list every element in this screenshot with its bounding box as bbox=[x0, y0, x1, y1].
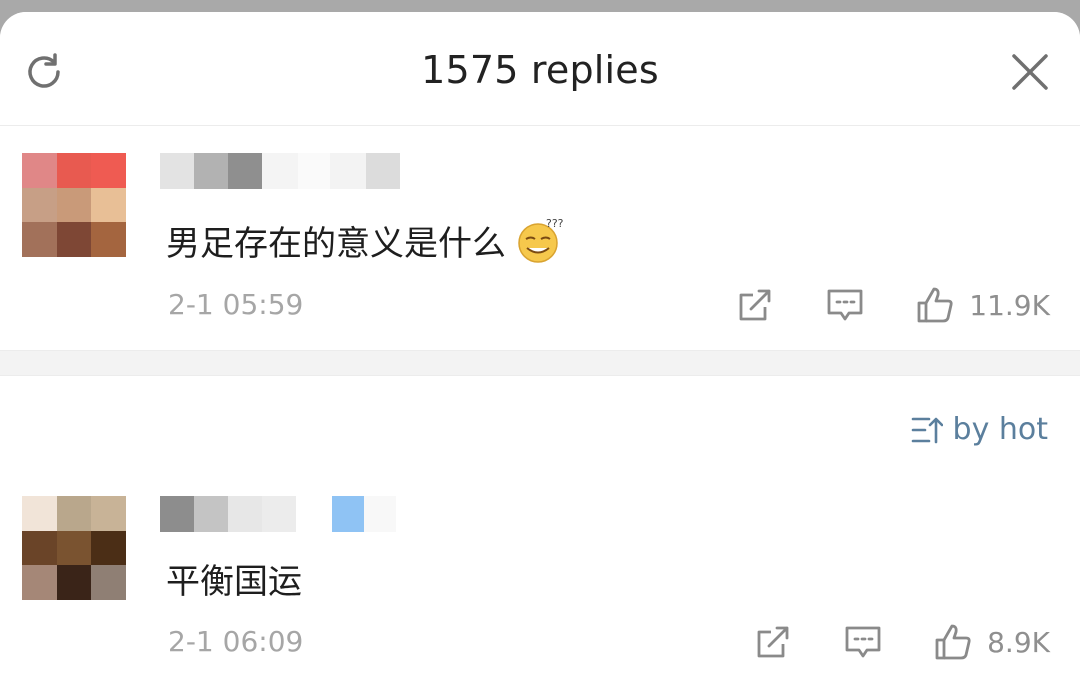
comment-actions: 11.9K bbox=[735, 285, 1050, 325]
comment-timestamp: 2-1 06:09 bbox=[168, 625, 304, 658]
section-divider bbox=[0, 350, 1080, 376]
like-button[interactable]: 11.9K bbox=[915, 285, 1050, 325]
comment-text: 男足存在的意义是什么 ??? bbox=[166, 215, 566, 265]
sort-toggle[interactable]: by hot bbox=[911, 412, 1048, 447]
sort-icon bbox=[911, 417, 943, 443]
close-icon bbox=[1012, 54, 1048, 90]
sort-label: by hot bbox=[952, 412, 1048, 447]
sheet-header: 1575 replies bbox=[0, 12, 1080, 126]
comment-body: 平衡国运 bbox=[166, 562, 302, 602]
thumbs-up-icon bbox=[917, 287, 953, 323]
comment-text: 平衡国运 bbox=[166, 554, 302, 603]
thinking-smile-emoji: ??? bbox=[518, 217, 564, 263]
avatar[interactable] bbox=[22, 153, 126, 257]
like-button[interactable]: 8.9K bbox=[933, 622, 1050, 662]
avatar[interactable] bbox=[22, 496, 126, 600]
like-count: 8.9K bbox=[987, 625, 1050, 659]
comment-timestamp: 2-1 05:59 bbox=[168, 288, 304, 321]
reply-icon[interactable] bbox=[843, 622, 883, 662]
username-pixelated[interactable] bbox=[160, 153, 400, 189]
page-title: 1575 replies bbox=[421, 48, 659, 92]
svg-text:???: ??? bbox=[546, 217, 564, 230]
comment-body: 男足存在的意义是什么 bbox=[166, 223, 506, 264]
share-icon[interactable] bbox=[735, 285, 775, 325]
share-icon[interactable] bbox=[753, 622, 793, 662]
reply-icon[interactable] bbox=[825, 285, 865, 325]
thumbs-up-icon bbox=[935, 624, 971, 660]
replies-sheet: 1575 replies 男足存在的意义是什么 ??? 2-1 05:59 11… bbox=[0, 12, 1080, 696]
like-count: 11.9K bbox=[969, 288, 1050, 322]
close-button[interactable] bbox=[1010, 52, 1050, 92]
comment-actions: 8.9K bbox=[753, 622, 1050, 662]
username-pixelated[interactable] bbox=[160, 496, 396, 532]
